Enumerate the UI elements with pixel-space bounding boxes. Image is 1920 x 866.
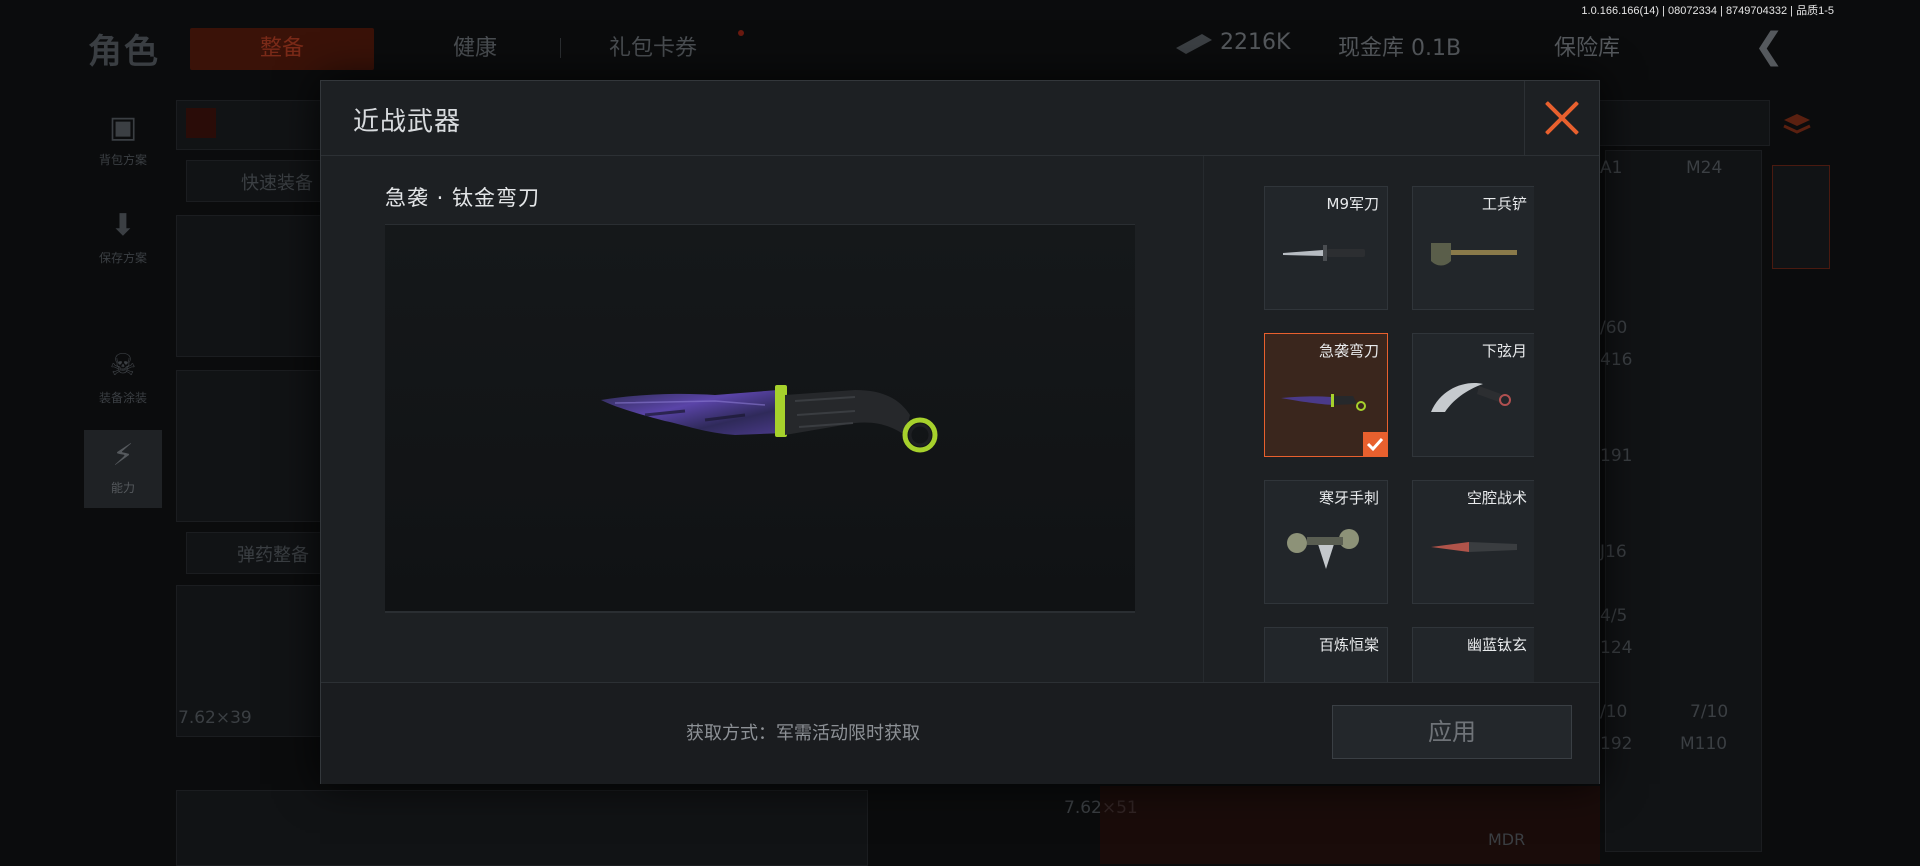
notification-dot: [738, 30, 744, 36]
dialog-header: 近战武器: [321, 81, 1599, 156]
dialog-footer: 获取方式：军需活动限时获取 应用: [321, 682, 1599, 784]
equipment-skin-button[interactable]: ☠ 装备涂装: [84, 340, 162, 418]
crescent-claw-icon: [1431, 383, 1511, 412]
quick-equip-label: 快速装备: [241, 173, 313, 194]
weapon-card-label: 寒牙手刺: [1318, 489, 1379, 507]
acquisition-method: 获取方式：军需活动限时获取: [686, 723, 920, 744]
quick-equip-button[interactable]: 快速装备: [186, 160, 328, 202]
right-label-11: M110: [1680, 734, 1728, 754]
ability-button[interactable]: ⚡ 能力: [84, 430, 162, 508]
right-label-5: J16: [1600, 542, 1627, 562]
melee-slot[interactable]: [176, 790, 868, 866]
bg-right-header: [1598, 100, 1770, 146]
karambit-knife-icon: [1281, 394, 1366, 411]
cash-icon: [1172, 30, 1216, 56]
right-label-10: 192: [1600, 734, 1633, 754]
right-label-12: MDR: [1488, 830, 1526, 849]
money-amount: 2216K: [1220, 30, 1291, 55]
selected-check-icon: [1363, 432, 1387, 456]
page-title: 角色: [88, 32, 160, 72]
weapon-card-shovel[interactable]: 工兵铲: [1412, 186, 1534, 310]
ammo-prep-button[interactable]: 弹药整备: [186, 532, 328, 574]
lightning-hex-icon: ⚡: [112, 438, 134, 473]
weapon-card-blue-titanium[interactable]: 幽蓝钛玄: [1412, 627, 1534, 682]
dialog-title: 近战武器: [353, 107, 462, 137]
back-chevron-icon[interactable]: ❮: [1754, 26, 1784, 67]
equipment-skin-label: 装备涂装: [98, 391, 147, 405]
right-label-9: 7/10: [1690, 702, 1729, 722]
right-label-0: A1: [1600, 158, 1623, 178]
melee-weapon-dialog: 近战武器 急袭 · 钛金弯刀 M9军刀 工兵铲 急袭弯刀 下弦月 寒牙手刺 空腔…: [320, 80, 1600, 784]
backpack-icon: ▣: [108, 110, 138, 145]
selected-weapon-name: 急袭 · 钛金弯刀: [385, 186, 541, 210]
tab-equip[interactable]: 整备: [190, 28, 374, 70]
panel-divider: [1203, 156, 1204, 682]
right-label-1: M24: [1686, 158, 1723, 178]
close-button[interactable]: [1524, 81, 1599, 155]
right-label-8: /10: [1600, 702, 1628, 722]
face-slot[interactable]: [176, 370, 328, 522]
bg-red-badge: [186, 108, 216, 138]
insurance-vault[interactable]: 保险库: [1554, 30, 1620, 62]
stack-layers-icon[interactable]: [1782, 110, 1812, 140]
weapon-card-label: 工兵铲: [1481, 195, 1527, 213]
weapon-card-m9[interactable]: M9军刀: [1264, 186, 1388, 310]
helmet-slot[interactable]: [176, 215, 328, 357]
version-info: 1.0.166.166(14) | 08072334 | 8749704332 …: [1581, 5, 1834, 17]
skull-icon: ☠: [109, 348, 137, 383]
save-plan-button[interactable]: ⬇ 保存方案: [84, 200, 162, 278]
cash-vault[interactable]: 现金库 0.1B: [1338, 30, 1461, 62]
weapon-card-label: 幽蓝钛玄: [1466, 636, 1527, 654]
tactical-knife-icon: [1431, 542, 1517, 552]
weapon-card-hollow-tactical[interactable]: 空腔战术: [1412, 480, 1534, 604]
weapon-preview[interactable]: [385, 224, 1135, 613]
weapon-card-label: 下弦月: [1481, 342, 1527, 360]
push-dagger-icon: [1287, 529, 1359, 569]
close-icon: [1543, 99, 1581, 137]
tab-gift-cards[interactable]: 礼包卡券: [590, 28, 716, 70]
tab-health[interactable]: 健康: [420, 28, 530, 70]
apply-button[interactable]: 应用: [1332, 705, 1572, 759]
caliber-left: 7.62×39: [178, 708, 252, 728]
save-plan-label: 保存方案: [98, 251, 147, 265]
karambit-knife-preview-icon: [601, 385, 938, 453]
weapon-card-label: 百炼恒棠: [1318, 636, 1379, 654]
weapon-grid: M9军刀 工兵铲 急袭弯刀 下弦月 寒牙手刺 空腔战术 百炼恒棠 幽蓝钛玄: [1264, 186, 1534, 682]
bg-red-strip: [1100, 786, 1600, 864]
ammo-prep-label: 弹药整备: [237, 545, 309, 566]
right-label-6: 4/5: [1600, 606, 1628, 626]
right-label-7: 124: [1600, 638, 1633, 658]
tab-separator: [560, 38, 561, 58]
backpack-plan-button[interactable]: ▣ 背包方案: [84, 102, 162, 180]
weapon-card-label: 空腔战术: [1466, 489, 1527, 507]
right-label-2: /60: [1600, 318, 1628, 338]
weapon-card-hundred-forge[interactable]: 百炼恒棠: [1264, 627, 1388, 682]
shovel-icon: [1431, 243, 1517, 266]
backpack-plan-label: 背包方案: [98, 153, 147, 167]
right-label-3: 416: [1600, 350, 1633, 370]
bayonet-knife-icon: [1283, 245, 1365, 261]
weapon-card-label: M9军刀: [1326, 195, 1380, 213]
bg-right-tab-active[interactable]: [1772, 165, 1830, 269]
weapon-card-crescent[interactable]: 下弦月: [1412, 333, 1534, 457]
dialog-body: 急袭 · 钛金弯刀 M9军刀 工兵铲 急袭弯刀 下弦月 寒牙手刺 空腔战术 百炼…: [321, 156, 1599, 682]
weapon-card-cold-fang[interactable]: 寒牙手刺: [1264, 480, 1388, 604]
right-label-4: 191: [1600, 446, 1633, 466]
weapon-card-raid-karambit[interactable]: 急袭弯刀: [1264, 333, 1388, 457]
ability-label: 能力: [110, 481, 135, 495]
weapon-card-label: 急袭弯刀: [1318, 342, 1379, 360]
download-icon: ⬇: [110, 208, 136, 243]
